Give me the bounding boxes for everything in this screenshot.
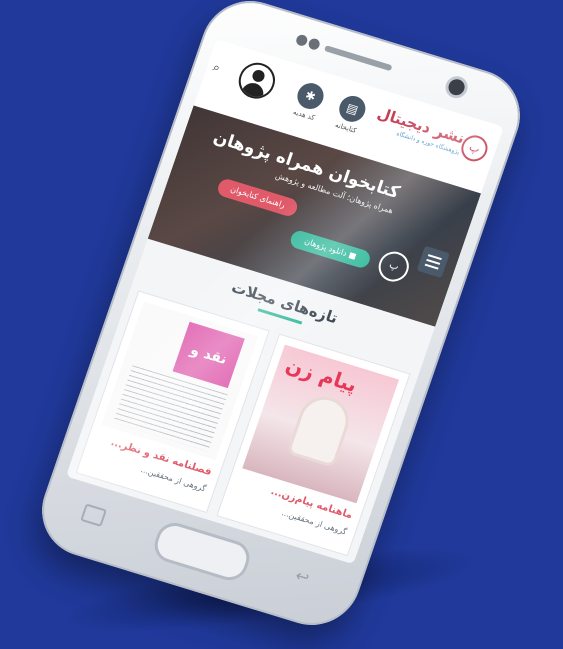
nav-gift-code[interactable]: ✱ کد هدیه (284, 78, 334, 125)
nav-library[interactable]: ▤ کتابخانه (325, 91, 375, 138)
front-camera (446, 77, 467, 98)
magazine-cover: نقد و نظر (101, 301, 259, 461)
cover-figure (290, 394, 352, 465)
brand-logo[interactable]: پ نشر دیجیتال پژوهشگاه حوزه و دانشگاه (375, 104, 492, 165)
sensor-dot (294, 33, 309, 48)
avatar-head (250, 68, 267, 84)
user-icon[interactable] (233, 58, 280, 104)
earpiece-speaker (323, 45, 393, 72)
nav-gift-label: کد هدیه (291, 108, 316, 123)
phone-wrapper: پ نشر دیجیتال پژوهشگاه حوزه و دانشگاه ▤ … (29, 0, 533, 637)
phone-screen: پ نشر دیجیتال پژوهشگاه حوزه و دانشگاه ▤ … (65, 38, 504, 565)
cover-title: نقد و نظر (172, 321, 245, 416)
books-icon: ▤ (335, 92, 369, 126)
android-icon: ■ (347, 250, 358, 261)
cover-title: پیام زن (282, 352, 361, 397)
recent-apps-icon[interactable] (80, 503, 107, 527)
nav-library-label: کتابخانه (334, 120, 358, 135)
search-icon[interactable]: ⌕ (211, 60, 222, 76)
gift-icon: ✱ (293, 79, 328, 113)
back-icon[interactable]: ↩ (293, 566, 320, 588)
avatar-body (240, 80, 267, 102)
magazine-cover: پیام زن (242, 344, 400, 504)
sensor-dot (307, 37, 322, 51)
